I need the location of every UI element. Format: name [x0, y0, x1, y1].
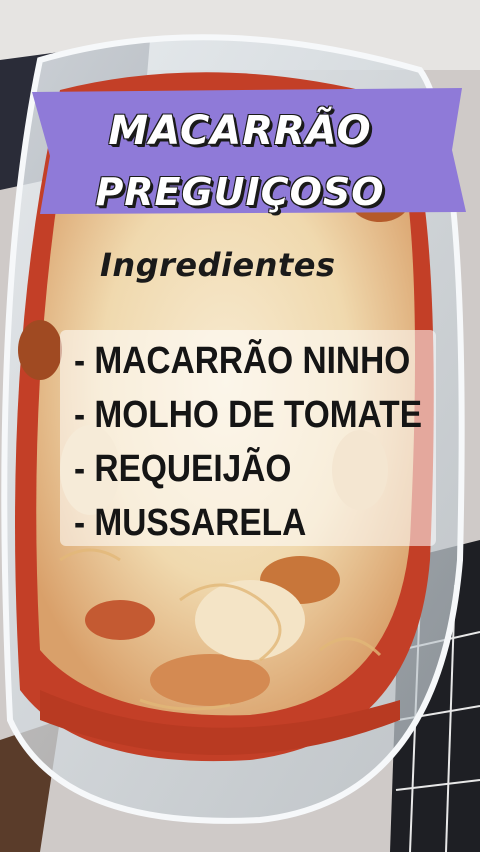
ingredients-heading: Ingredientes: [100, 246, 336, 284]
ingredients-list: - MACARRÃO NINHO - MOLHO DE TOMATE - REQ…: [74, 334, 469, 550]
title-line-1: MACARRÃO: [108, 108, 372, 154]
ingredient-item: - MACARRÃO NINHO: [74, 340, 411, 382]
ingredient-item: - MOLHO DE TOMATE: [74, 394, 423, 436]
title-line-2: PREGUIÇOSO: [95, 170, 385, 214]
ingredient-item: - MUSSARELA: [74, 502, 307, 544]
ingredient-item: - REQUEIJÃO: [74, 448, 292, 490]
